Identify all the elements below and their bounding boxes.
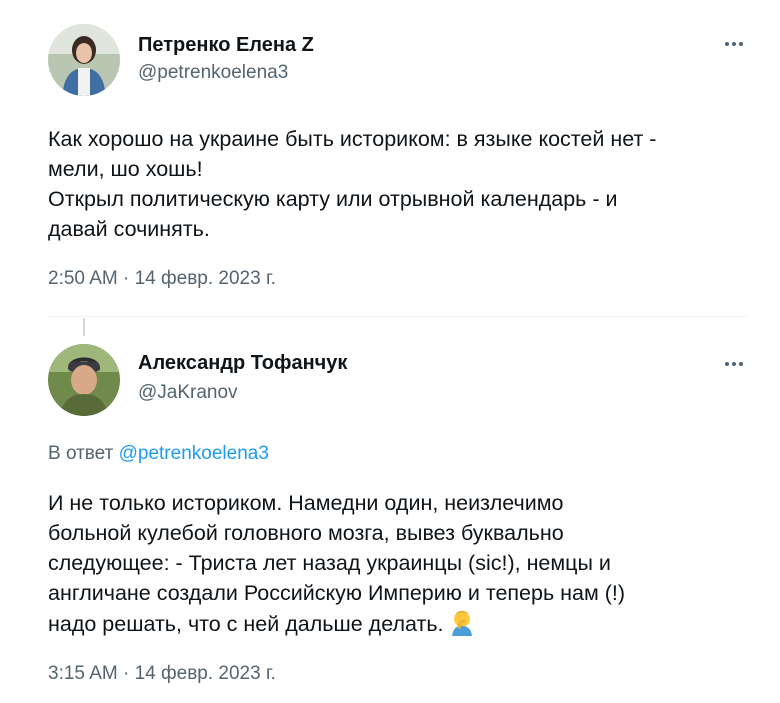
facepalm-person-emoji xyxy=(451,611,472,636)
author-handle[interactable]: @petrenkoelena3 xyxy=(138,62,288,84)
dot-icon xyxy=(732,42,736,46)
tweet-text-line: Как хорошо на украине быть историком: в … xyxy=(48,127,657,151)
tweet-text-line: И не только историком. Намедни один, неи… xyxy=(48,491,564,515)
avatar[interactable] xyxy=(48,344,120,416)
tweet-text-line: мели, шо хошь! xyxy=(48,157,203,181)
reply-context: В ответ @petrenkoelena3 xyxy=(48,443,269,465)
dot-icon xyxy=(732,362,736,366)
author-name[interactable]: Александр Тофанчук xyxy=(138,352,347,375)
avatar-photo-man xyxy=(48,344,120,416)
more-options-button[interactable] xyxy=(718,34,750,54)
tweet-text-line: больной кулебой головного мозга, вывез б… xyxy=(48,521,564,545)
tweet-timestamp[interactable]: 3:15 AM · 14 февр. 2023 г. xyxy=(48,663,276,685)
tweet-text: И не только историком. Намедни один, неи… xyxy=(48,488,748,639)
author-handle[interactable]: @JaKranov xyxy=(138,382,238,404)
tweet-reply: Александр Тофанчук @JaKranov В ответ @pe… xyxy=(0,330,780,703)
reply-mention-link[interactable]: @petrenkoelena3 xyxy=(119,443,269,464)
author-name[interactable]: Петренко Елена Z xyxy=(138,34,314,57)
avatar[interactable] xyxy=(48,24,120,96)
reply-prefix: В ответ xyxy=(48,443,114,464)
divider xyxy=(48,316,748,317)
dot-icon xyxy=(725,42,729,46)
dot-icon xyxy=(739,362,743,366)
dot-icon xyxy=(739,42,743,46)
tweet-text-line: давай сочинять. xyxy=(48,217,210,241)
tweet-original: Петренко Елена Z @petrenkoelena3 Как хор… xyxy=(0,0,780,315)
tweet-text: Как хорошо на украине быть историком: в … xyxy=(48,124,748,244)
tweet-text-line: англичане создали Российскую Империю и т… xyxy=(48,581,626,605)
tweet-text-line-last: надо решать, что с ней дальше делать. xyxy=(48,608,748,639)
tweet-timestamp[interactable]: 2:50 AM · 14 февр. 2023 г. xyxy=(48,268,276,290)
more-options-button[interactable] xyxy=(718,354,750,374)
tweet-text-line: надо решать, что с ней дальше делать. xyxy=(48,612,444,636)
tweet-text-line: Открыл политическую карту или отрывной к… xyxy=(48,187,618,211)
tweet-text-line: следующее: - Триста лет назад украинцы (… xyxy=(48,551,611,575)
avatar-photo-woman xyxy=(48,24,120,96)
dot-icon xyxy=(725,362,729,366)
